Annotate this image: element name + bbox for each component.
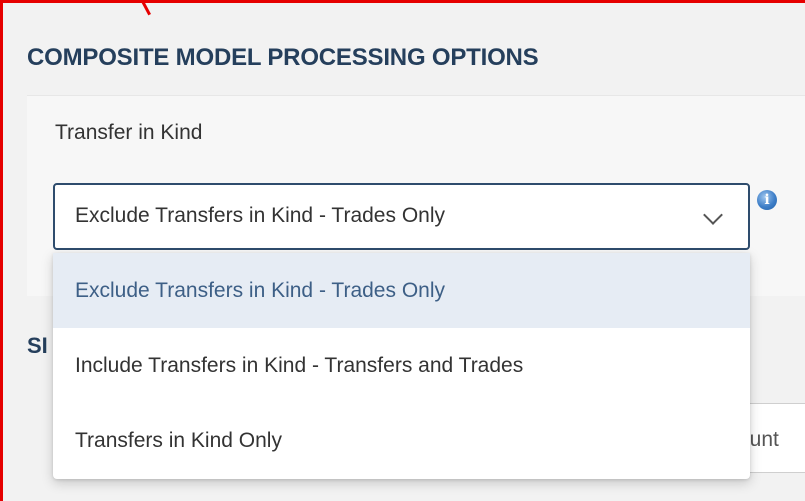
option-include-transfers[interactable]: Include Transfers in Kind - Transfers an…: [53, 328, 750, 403]
dropdown-menu: Exclude Transfers in Kind - Trades Only …: [53, 253, 750, 479]
transfer-in-kind-select[interactable]: Exclude Transfers in Kind - Trades Only: [53, 183, 750, 250]
section-title-partial: SI: [27, 333, 48, 358]
transfer-in-kind-label: Transfer in Kind: [55, 121, 203, 144]
section-title: COMPOSITE MODEL PROCESSING OPTIONS: [27, 44, 539, 71]
option-transfers-only[interactable]: Transfers in Kind Only: [53, 403, 750, 478]
select-current-value: Exclude Transfers in Kind - Trades Only: [75, 204, 445, 227]
chevron-down-icon: [703, 205, 723, 225]
info-icon[interactable]: i: [757, 190, 777, 210]
option-exclude-transfers[interactable]: Exclude Transfers in Kind - Trades Only: [53, 253, 750, 328]
